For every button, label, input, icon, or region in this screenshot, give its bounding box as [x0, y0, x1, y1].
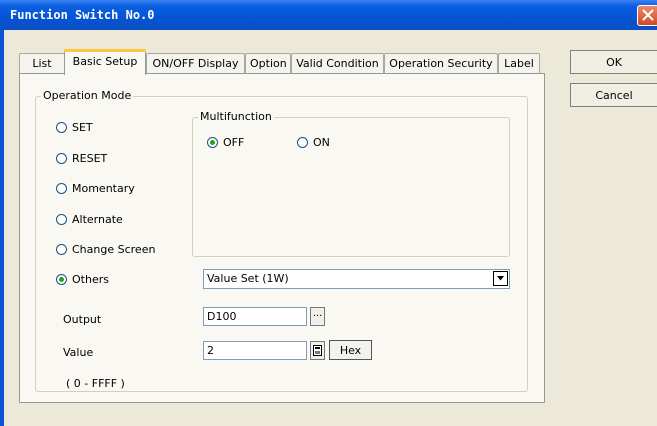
radio-indicator-checked	[56, 274, 67, 285]
tab-label: Operation Security	[389, 57, 493, 70]
operation-mode-title: Operation Mode	[41, 89, 134, 102]
output-address-field[interactable]: D100	[203, 307, 307, 326]
radio-label: ON	[313, 136, 330, 149]
radio-label: Others	[72, 273, 109, 286]
radio-set[interactable]: SET	[56, 121, 93, 134]
cancel-label: Cancel	[595, 89, 633, 102]
window-title: Function Switch No.0	[10, 8, 155, 22]
radio-label: Change Screen	[72, 243, 156, 256]
radio-indicator	[56, 153, 67, 164]
radio-multifunction-on[interactable]: ON	[297, 136, 330, 149]
basic-setup-panel: Operation Mode SET RESET Momentary Alter…	[19, 73, 545, 403]
radio-label: OFF	[223, 136, 245, 149]
radio-label: Alternate	[72, 213, 123, 226]
ok-button[interactable]: OK	[570, 50, 657, 74]
tab-label-tab[interactable]: Label	[498, 53, 540, 74]
browse-label: ...	[312, 308, 323, 319]
hex-toggle-button[interactable]: Hex	[329, 340, 372, 360]
radio-indicator	[56, 183, 67, 194]
chevron-down-icon	[497, 276, 504, 281]
tab-list[interactable]: List	[19, 53, 65, 74]
window-frame-left	[0, 30, 4, 426]
radio-indicator-checked	[207, 137, 218, 148]
radio-label: RESET	[72, 152, 108, 165]
tab-label: List	[32, 57, 52, 70]
tab-basic-setup[interactable]: Basic Setup	[64, 49, 146, 75]
tab-option[interactable]: Option	[245, 53, 291, 74]
ok-label: OK	[606, 56, 622, 69]
value-range-text: ( 0 - FFFF )	[66, 377, 125, 390]
keypad-icon	[313, 345, 322, 356]
dropdown-button[interactable]	[493, 271, 508, 286]
tab-label: Valid Condition	[296, 57, 379, 70]
hex-label: Hex	[339, 344, 362, 357]
radio-indicator	[56, 214, 67, 225]
output-browse-button[interactable]: ...	[310, 307, 325, 326]
radio-multifunction-off[interactable]: OFF	[207, 136, 244, 149]
select-value: Value Set (1W)	[207, 272, 289, 285]
value-text: 2	[207, 344, 214, 357]
radio-momentary[interactable]: Momentary	[56, 182, 135, 195]
multifunction-title: Multifunction	[198, 110, 274, 123]
others-function-select[interactable]: Value Set (1W)	[203, 269, 510, 289]
radio-change-screen[interactable]: Change Screen	[56, 243, 155, 256]
function-switch-dialog: Function Switch No.0 List Basic Setup ON…	[0, 0, 657, 426]
output-label: Output	[63, 313, 102, 326]
close-icon	[642, 9, 654, 21]
radio-indicator	[56, 122, 67, 133]
operation-mode-group: Operation Mode SET RESET Momentary Alter…	[35, 89, 528, 392]
radio-alternate[interactable]: Alternate	[56, 213, 123, 226]
radio-others[interactable]: Others	[56, 273, 109, 286]
close-button[interactable]	[637, 5, 657, 26]
radio-reset[interactable]: RESET	[56, 152, 107, 165]
radio-indicator	[56, 244, 67, 255]
tab-on-off-display[interactable]: ON/OFF Display	[146, 53, 245, 74]
radio-label: SET	[72, 121, 93, 134]
tab-label: Label	[504, 57, 534, 70]
multifunction-group: Multifunction OFF ON	[192, 110, 510, 257]
title-bar[interactable]: Function Switch No.0	[0, 0, 657, 30]
tab-operation-security[interactable]: Operation Security	[384, 53, 498, 74]
radio-indicator	[297, 137, 308, 148]
value-label: Value	[63, 346, 94, 359]
tab-label: Option	[250, 57, 287, 70]
tab-valid-condition[interactable]: Valid Condition	[291, 53, 384, 74]
output-value: D100	[207, 310, 237, 323]
keypad-button[interactable]	[310, 341, 325, 360]
cancel-button[interactable]: Cancel	[570, 83, 657, 107]
radio-label: Momentary	[72, 182, 135, 195]
value-field[interactable]: 2	[203, 341, 307, 360]
tab-label: Basic Setup	[72, 55, 138, 68]
tab-label: ON/OFF Display	[152, 57, 239, 70]
